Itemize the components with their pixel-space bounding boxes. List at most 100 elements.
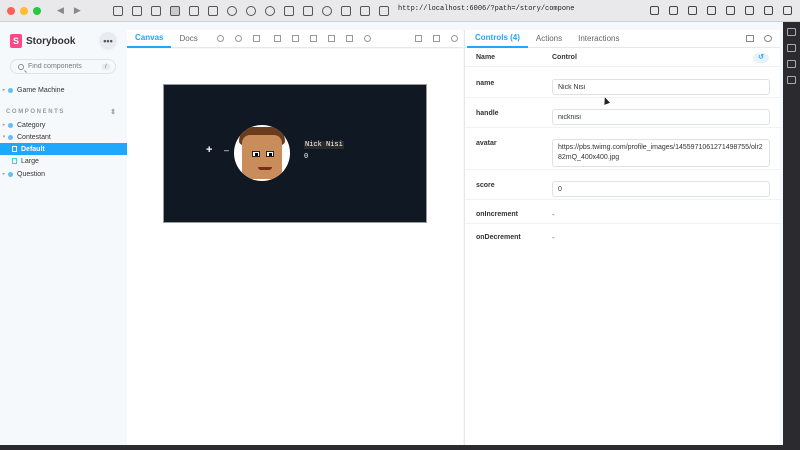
zoom-reset-icon[interactable] [252, 35, 260, 42]
handle-field[interactable] [552, 109, 770, 125]
back-arrow-icon[interactable]: ◀ [57, 5, 64, 16]
tool-icon[interactable] [787, 76, 796, 84]
extension-icon[interactable] [745, 6, 754, 15]
sidebar-item-label: Game Machine [17, 86, 65, 94]
section-header-components[interactable]: COMPONENTS ⇕ [6, 108, 116, 116]
more-menu-button[interactable]: ••• [99, 32, 117, 50]
tab-canvas[interactable]: Canvas [127, 30, 172, 48]
tab-interactions[interactable]: Interactions [570, 30, 627, 48]
side-toolbar [783, 22, 800, 450]
history-nav: ◀ ▶ [57, 5, 81, 16]
extension-icon[interactable] [783, 6, 792, 15]
tab-controls[interactable]: Controls (4) [467, 30, 528, 48]
grid-icon[interactable] [291, 35, 299, 42]
minimize-window-button[interactable] [20, 6, 28, 15]
name-field[interactable] [552, 79, 770, 95]
search-box: / [10, 59, 116, 74]
maximize-window-button[interactable] [33, 6, 41, 15]
score-field[interactable] [552, 181, 770, 197]
fullscreen-icon[interactable] [414, 35, 422, 42]
remount-icon[interactable] [363, 35, 371, 42]
tab-docs[interactable]: Docs [171, 30, 205, 48]
logo-text: Storybook [26, 35, 76, 47]
close-window-button[interactable] [7, 6, 15, 15]
tab-actions[interactable]: Actions [528, 30, 570, 48]
browser-tool-icons [112, 5, 389, 16]
contestant-avatar [234, 125, 290, 181]
sidebar-item-label: Large [21, 157, 39, 165]
close-panel-icon[interactable] [764, 35, 772, 42]
tool-icon[interactable] [787, 28, 796, 36]
preview-toolbar: Canvas Docs [127, 30, 463, 48]
zoom-in-icon[interactable] [216, 35, 224, 42]
control-label: onDecrement [476, 234, 521, 241]
tool-icon[interactable] [787, 60, 796, 68]
search-input[interactable] [28, 63, 102, 70]
sidebar-item-contestant[interactable]: ▾ Contestant [0, 131, 127, 143]
component-icon [8, 134, 13, 140]
control-label: name [476, 80, 495, 87]
brush-icon[interactable] [188, 5, 199, 16]
extension-icon[interactable] [707, 6, 716, 15]
reset-controls-button[interactable]: ↺ [753, 53, 769, 63]
avatar-field[interactable]: https://pbs.twimg.com/profile_images/145… [552, 139, 770, 167]
story-icon [12, 158, 17, 164]
sidebar-item-default[interactable]: Default [0, 143, 127, 155]
viewport-icon[interactable] [309, 35, 317, 42]
extension-icon[interactable] [726, 6, 735, 15]
component-icon [8, 87, 13, 93]
sidebar: S Storybook ••• / ▸ Game Machine COMPONE… [0, 22, 127, 445]
fullscreen-icon[interactable] [169, 5, 180, 16]
avatar-eye [266, 151, 274, 157]
storybook-logo[interactable]: S Storybook [10, 34, 75, 48]
reload-icon[interactable] [321, 5, 332, 16]
sidebar-item-question[interactable]: ▸ Question [0, 168, 127, 180]
avatar-mouth [258, 167, 272, 170]
open-new-tab-icon[interactable] [432, 35, 440, 42]
tool-icon[interactable] [787, 44, 796, 52]
globe-icon[interactable] [245, 5, 256, 16]
text-size-icon[interactable] [359, 5, 370, 16]
section-title: COMPONENTS [6, 109, 66, 115]
accessibility-icon[interactable] [264, 5, 275, 16]
sidebar-item-game-machine[interactable]: ▸ Game Machine [0, 84, 127, 96]
image-icon[interactable] [131, 5, 142, 16]
zoom-out-icon[interactable] [234, 35, 242, 42]
sidebar-item-large[interactable]: Large [0, 155, 127, 167]
extension-icon[interactable] [764, 6, 773, 15]
control-row-onincrement: onIncrement - [465, 200, 781, 224]
extension-icon[interactable] [669, 6, 678, 15]
sidebar-item-category[interactable]: ▸ Category [0, 119, 127, 131]
control-label: handle [476, 110, 499, 117]
expand-collapse-icon[interactable]: ⇕ [110, 108, 116, 116]
contestant-score: 0 [304, 153, 309, 161]
outline-icon[interactable] [345, 35, 353, 42]
address-bar[interactable]: http://localhost:6006/?path=/story/compo… [398, 5, 574, 13]
filter-icon[interactable] [283, 5, 294, 16]
phone-icon[interactable] [207, 5, 218, 16]
panel-orientation-icon[interactable] [746, 35, 754, 42]
background-icon[interactable] [273, 35, 281, 42]
control-label: score [476, 182, 495, 189]
settings-icon[interactable] [226, 5, 237, 16]
avatar-face [242, 135, 282, 179]
sidebar-toggle-icon[interactable] [112, 5, 123, 16]
grid-icon[interactable] [150, 5, 161, 16]
forward-arrow-icon[interactable]: ▶ [74, 5, 81, 16]
story-render-area: + – Nick Nisi 0 [163, 84, 427, 223]
contestant-name: Nick Nisi [304, 141, 344, 149]
bulb-icon[interactable] [302, 5, 313, 16]
column-control-header: Control [552, 53, 577, 61]
caret-down-icon: ▾ [2, 134, 6, 140]
extension-icon[interactable] [650, 6, 659, 15]
extension-icon[interactable] [688, 6, 697, 15]
addons-panel: Controls (4) Actions Interactions Name C… [464, 30, 781, 445]
increment-button[interactable]: + [206, 144, 212, 156]
printer-icon[interactable] [340, 5, 351, 16]
measure-icon[interactable] [327, 35, 335, 42]
copy-link-icon[interactable] [450, 35, 458, 42]
component-icon [8, 171, 13, 177]
sidebar-item-label: Category [17, 121, 46, 129]
decrement-button[interactable]: – [224, 145, 229, 155]
tile-icon[interactable] [378, 5, 389, 16]
